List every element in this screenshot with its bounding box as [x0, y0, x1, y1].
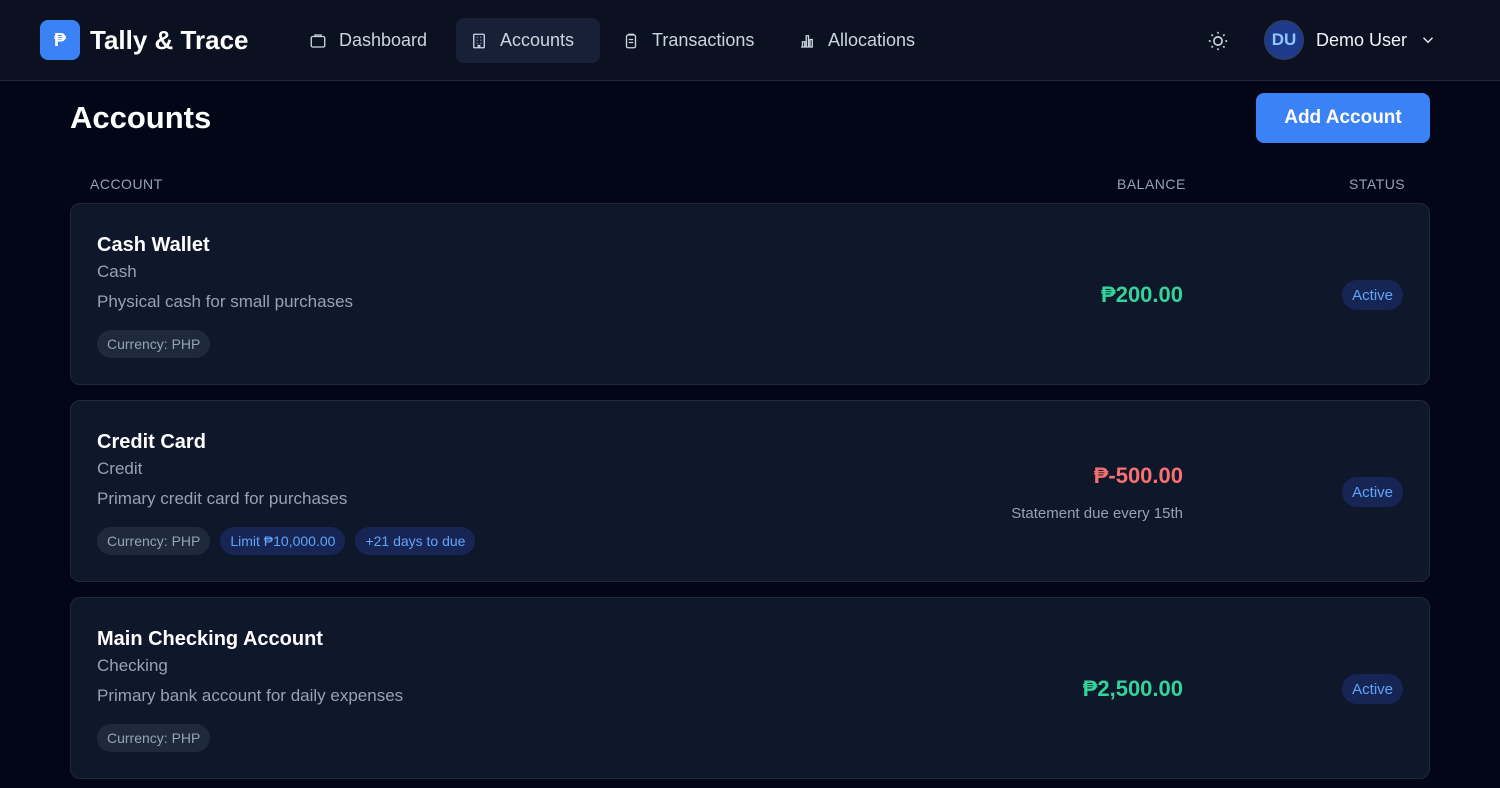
theme-toggle-button[interactable] — [1203, 26, 1233, 56]
building-icon — [473, 33, 485, 48]
due-days-tag: +21 days to due — [355, 527, 476, 555]
status-badge: Active — [1342, 280, 1403, 310]
folder-icon — [310, 33, 326, 48]
logo-icon[interactable]: ₱ — [40, 20, 80, 60]
account-type: Credit — [97, 459, 143, 478]
chevron-down-icon — [1423, 37, 1434, 44]
account-card-credit-card[interactable]: Credit Card Credit Primary credit card f… — [70, 400, 1430, 582]
account-name: Cash Wallet — [97, 234, 210, 256]
nav-transactions-label: Transactions — [652, 30, 755, 50]
currency-tag: Currency: PHP — [97, 527, 211, 555]
add-account-button[interactable]: Add Account — [1256, 93, 1430, 143]
column-header-account: ACCOUNT — [90, 176, 163, 192]
credit-limit-tag: Limit ₱10,000.00 — [220, 527, 346, 555]
account-tags: Currency: PHP — [97, 724, 211, 752]
column-header-status: STATUS — [1349, 176, 1406, 192]
nav-accounts-label: Accounts — [500, 30, 575, 50]
column-header-balance: BALANCE — [1117, 176, 1186, 192]
top-navbar: ₱ Tally & Trace Dashboard Accounts Trans… — [0, 0, 1500, 81]
currency-tag: Currency: PHP — [97, 330, 211, 358]
account-description: Primary bank account for daily expenses — [97, 686, 404, 705]
status-badge: Active — [1342, 477, 1403, 507]
statement-due-note: Statement due every 15th — [1011, 505, 1183, 522]
nav-dashboard[interactable]: Dashboard — [295, 18, 441, 63]
clipboard-icon — [625, 33, 637, 48]
account-tags: Currency: PHP Limit ₱10,000.00 +21 days … — [97, 527, 476, 555]
account-type: Cash — [97, 262, 137, 281]
account-name: Main Checking Account — [97, 628, 323, 650]
nav-allocations[interactable]: Allocations — [784, 18, 929, 63]
user-menu[interactable]: DU Demo User — [1264, 20, 1437, 60]
sun-icon — [1208, 31, 1228, 51]
account-description: Physical cash for small purchases — [97, 292, 354, 311]
account-type: Checking — [97, 656, 168, 675]
account-balance: ₱2,500.00 — [1082, 676, 1183, 701]
currency-tag: Currency: PHP — [97, 724, 211, 752]
account-description: Primary credit card for purchases — [97, 489, 348, 508]
nav-transactions[interactable]: Transactions — [608, 18, 768, 63]
user-name: Demo User — [1316, 29, 1408, 50]
nav-accounts[interactable]: Accounts — [456, 18, 600, 63]
brand-name[interactable]: Tally & Trace — [90, 24, 249, 56]
bar-chart-icon — [801, 34, 813, 48]
avatar: DU — [1264, 20, 1304, 60]
account-tags: Currency: PHP — [97, 330, 211, 358]
account-balance: ₱200.00 — [1101, 282, 1183, 307]
logo-glyph: ₱ — [53, 29, 66, 50]
page-title: Accounts — [70, 100, 212, 135]
account-card-main-checking[interactable]: Main Checking Account Checking Primary b… — [70, 597, 1430, 779]
status-badge: Active — [1342, 674, 1403, 704]
account-name: Credit Card — [97, 431, 206, 453]
nav-dashboard-label: Dashboard — [339, 30, 428, 50]
account-card-cash-wallet[interactable]: Cash Wallet Cash Physical cash for small… — [70, 203, 1430, 385]
nav-allocations-label: Allocations — [828, 30, 916, 50]
account-balance: ₱-500.00 — [1093, 463, 1183, 488]
